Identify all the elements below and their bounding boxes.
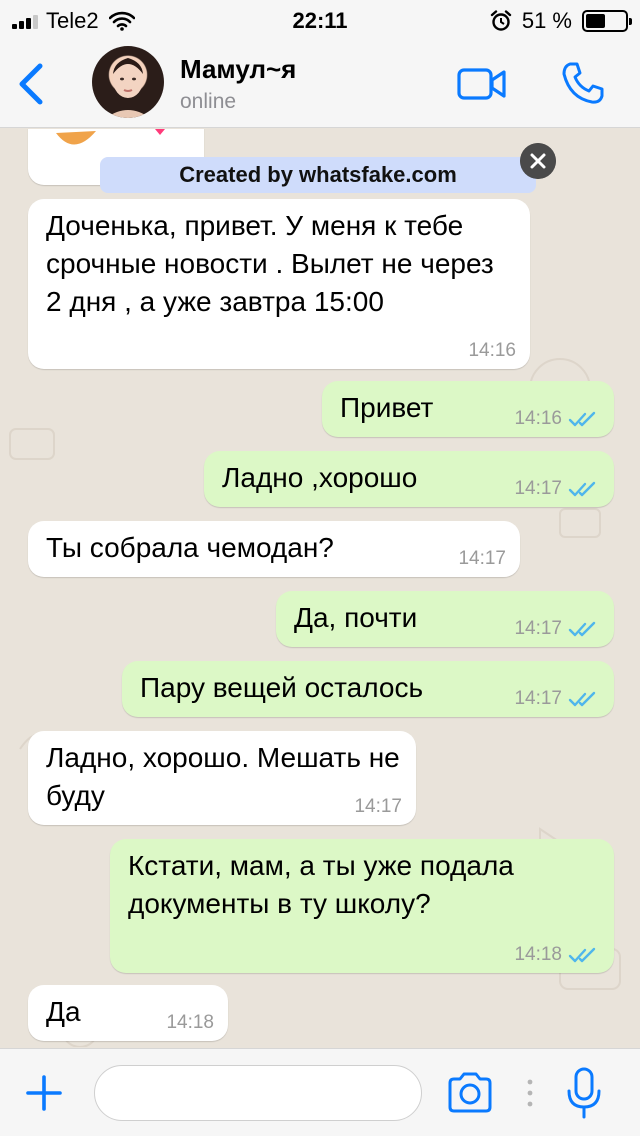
message-time: 14:17 (354, 797, 402, 817)
message-incoming[interactable]: Ладно, хорошо. Мешать не буду 14:17 (28, 731, 416, 825)
chat-header: Мамул~я online (0, 40, 640, 128)
phone-icon[interactable] (560, 60, 606, 106)
emoji-stickers (56, 129, 165, 145)
close-icon[interactable] (520, 143, 556, 179)
message-incoming[interactable]: Доченька, привет. У меня к тебе срочные … (28, 199, 530, 369)
message-outgoing[interactable]: Да, почти 14:17 (276, 591, 614, 647)
message-time: 14:16 (514, 409, 600, 429)
read-ticks-icon (568, 947, 596, 963)
message-timestamp: 14:17 (514, 618, 562, 639)
message-timestamp: 14:16 (514, 408, 562, 429)
status-bar: Tele2 22:11 51 % (0, 0, 640, 40)
message-time: 14:17 (514, 479, 600, 499)
message-incoming[interactable]: Да 14:18 (28, 985, 228, 1041)
message-text: Кстати, мам, а ты уже подала документы в… (128, 850, 514, 919)
message-timestamp: 14:18 (166, 1012, 214, 1033)
message-time: 14:17 (514, 689, 600, 709)
message-time: 14:18 (166, 1013, 214, 1033)
message-incoming[interactable]: Ты собрала чемодан? 14:17 (28, 521, 520, 577)
watermark-banner[interactable]: Created by whatsfake.com (100, 157, 536, 193)
chat-area[interactable]: Created by whatsfake.com Доченька, приве… (0, 129, 640, 1047)
message-input[interactable] (94, 1065, 422, 1121)
message-timestamp: 14:17 (354, 796, 402, 817)
microphone-icon[interactable] (566, 1065, 602, 1121)
message-text: Доченька, привет. У меня к тебе срочные … (46, 210, 494, 317)
message-timestamp: 14:18 (514, 944, 562, 965)
message-time: 14:16 (468, 341, 516, 361)
message-timestamp: 14:17 (514, 478, 562, 499)
message-outgoing[interactable]: Пару вещей осталось 14:17 (122, 661, 614, 717)
avatar[interactable] (92, 46, 164, 118)
message-text: Ты собрала чемодан? (46, 532, 334, 563)
message-time: 14:17 (514, 619, 600, 639)
avatar-face (106, 58, 150, 118)
message-time: 14:18 (514, 945, 600, 965)
message-timestamp: 14:17 (514, 688, 562, 709)
status-right: 51 % (490, 8, 632, 34)
message-timestamp: 14:16 (468, 340, 516, 361)
read-ticks-icon (568, 481, 596, 497)
message-text: Ладно, хорошо. Мешать не буду (46, 742, 400, 811)
battery-percent: 51 % (521, 8, 572, 33)
input-bar (0, 1048, 640, 1136)
contact-name[interactable]: Мамул~я (180, 54, 296, 85)
battery-icon (582, 10, 632, 32)
message-time: 14:17 (458, 549, 506, 569)
camera-icon[interactable] (446, 1071, 494, 1115)
battery-fill (586, 14, 606, 28)
video-call-icon[interactable] (456, 66, 508, 102)
more-icon[interactable] (527, 1079, 533, 1107)
contact-status: online (180, 90, 237, 113)
message-outgoing[interactable]: Кстати, мам, а ты уже подала документы в… (110, 839, 614, 973)
back-chevron-icon[interactable] (10, 58, 54, 110)
read-ticks-icon (568, 411, 596, 427)
read-ticks-icon (568, 621, 596, 637)
message-outgoing[interactable]: Привет 14:16 (322, 381, 614, 437)
read-ticks-icon (568, 691, 596, 707)
plus-icon[interactable] (24, 1073, 64, 1113)
message-outgoing[interactable]: Ладно ,хорошо 14:17 (204, 451, 614, 507)
alarm-icon (490, 10, 512, 31)
message-timestamp: 14:17 (458, 548, 506, 569)
